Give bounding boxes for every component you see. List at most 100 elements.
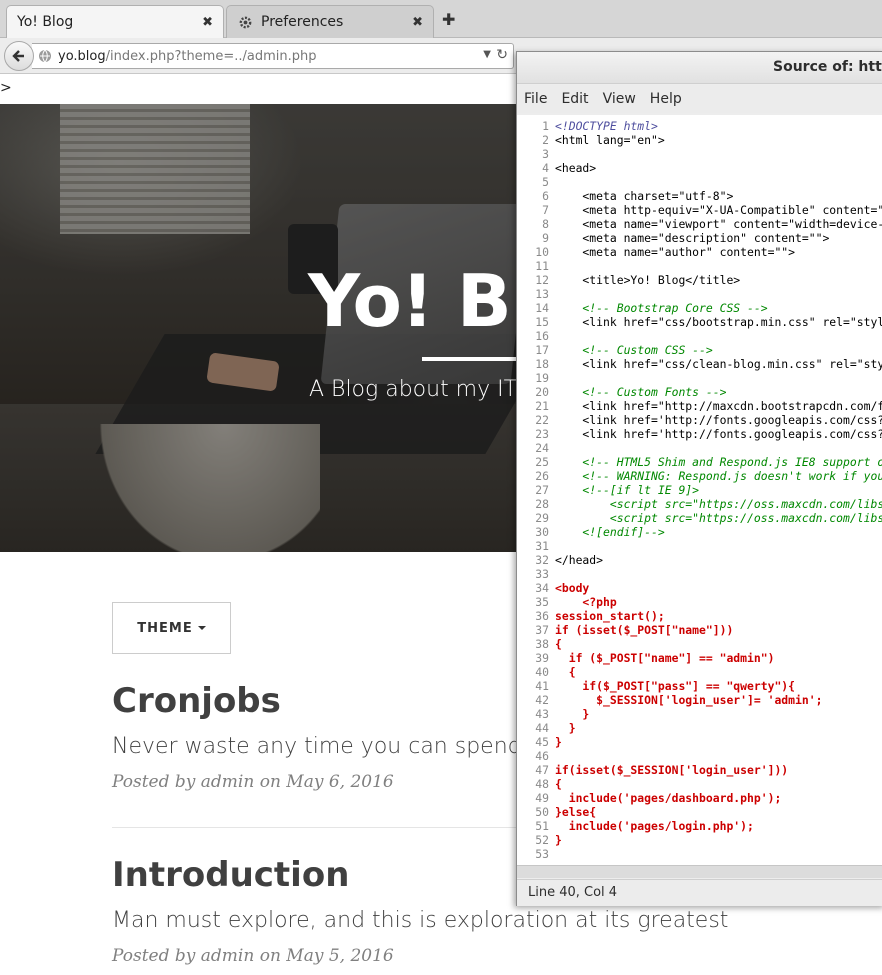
menu-view[interactable]: View (603, 91, 636, 107)
source-line: 51 include('pages/login.php'); (517, 819, 882, 833)
source-line: 44 } (517, 721, 882, 735)
source-line: 5 (517, 175, 882, 189)
page-prefix-text: > (0, 75, 520, 104)
theme-dropdown-button[interactable]: THEME (112, 602, 231, 654)
tab-preferences[interactable]: Preferences ✖ (226, 5, 434, 38)
line-number: 38 (535, 637, 549, 651)
source-line: 29 <script src="https://oss.maxcdn.com/l… (517, 511, 882, 525)
line-text: } (555, 735, 562, 749)
view-source-window: Source of: http://yo.blog/index.php?them… (516, 51, 882, 906)
line-number: 42 (535, 693, 549, 707)
post-title-link[interactable]: Cronjobs (112, 681, 281, 721)
line-number: 22 (535, 413, 549, 427)
line-number: 16 (535, 329, 549, 343)
post-divider (112, 827, 520, 828)
line-text: } (555, 833, 562, 847)
line-number: 3 (542, 147, 549, 161)
source-line: 14 <!-- Bootstrap Core CSS --> (517, 301, 882, 315)
line-number: 46 (535, 749, 549, 763)
line-number: 1 (542, 119, 549, 133)
theme-button-label: THEME (137, 620, 193, 636)
source-line: 13 (517, 287, 882, 301)
source-line: 46 (517, 749, 882, 763)
source-line: 23 <link href='http://fonts.googleapis.c… (517, 427, 882, 441)
line-number: 43 (535, 707, 549, 721)
post-meta: Posted by admin on May 5, 2016 (112, 946, 394, 966)
line-text: include('pages/login.php'); (555, 819, 754, 833)
post-title-link[interactable]: Introduction (112, 855, 349, 895)
line-number: 29 (535, 511, 549, 525)
url-dropdown-icon[interactable]: ▼ (483, 49, 491, 60)
url-bar[interactable]: yo.blog/index.php?theme=../admin.php ▼ ↻ (32, 43, 514, 69)
source-line: 17 <!-- Custom CSS --> (517, 343, 882, 357)
line-number: 36 (535, 609, 549, 623)
line-number: 28 (535, 497, 549, 511)
source-line: 25 <!-- HTML5 Shim and Respond.js IE8 su… (517, 455, 882, 469)
line-text: } (555, 707, 590, 721)
line-number: 9 (542, 231, 549, 245)
line-text: { (555, 665, 576, 679)
line-number: 18 (535, 357, 549, 371)
source-line: 41 if($_POST["pass"] == "qwerty"){ (517, 679, 882, 693)
line-text: if (isset($_POST["name"])) (555, 623, 734, 637)
close-tab-icon[interactable]: ✖ (202, 15, 213, 30)
source-window-titlebar[interactable]: Source of: http://yo.blog/index.php?them… (517, 52, 882, 84)
tab-strip: Yo! Blog ✖ Preferences ✖ ✚ (0, 0, 882, 38)
line-number: 50 (535, 805, 549, 819)
source-line: 16 (517, 329, 882, 343)
source-line: 9 <meta name="description" content=""> (517, 231, 882, 245)
source-line: 7 <meta http-equiv="X-UA-Compatible" con… (517, 203, 882, 217)
source-line: 39 if ($_POST["name"] == "admin") (517, 651, 882, 665)
source-line: 22 <link href='http://fonts.googleapis.c… (517, 413, 882, 427)
line-text: { (555, 637, 562, 651)
line-number: 10 (535, 245, 549, 259)
menu-edit[interactable]: Edit (561, 91, 588, 107)
gear-icon (237, 14, 253, 30)
horizontal-scrollbar[interactable] (517, 865, 882, 878)
menu-help[interactable]: Help (650, 91, 682, 107)
source-code-view[interactable]: 1 <!DOCTYPE html> 2 <html lang="en"> 3 4 <head… (517, 115, 882, 865)
source-menubar: File Edit View Help (517, 85, 882, 113)
line-text: <!-- Custom Fonts --> (555, 385, 727, 399)
line-text: <html lang="en"> (555, 133, 665, 147)
source-line: 45} (517, 735, 882, 749)
hero-divider (422, 357, 520, 361)
source-line: 49 include('pages/dashboard.php'); (517, 791, 882, 805)
line-text: if(isset($_SESSION['login_user'])) (555, 763, 789, 777)
post-subtitle: Man must explore, and this is exploratio… (112, 908, 729, 933)
line-number: 8 (542, 217, 549, 231)
line-text: include('pages/dashboard.php'); (555, 791, 782, 805)
new-tab-icon[interactable]: ✚ (442, 10, 455, 29)
line-text: <meta charset="utf-8"> (555, 189, 734, 203)
line-number: 40 (535, 665, 549, 679)
hero-header: Yo! Blog A Blog about my IT stuff (0, 104, 520, 552)
site-subtitle: A Blog about my IT stuff (309, 377, 520, 402)
source-line: 2 <html lang="en"> (517, 133, 882, 147)
line-text: <!--[if lt IE 9]> (555, 483, 700, 497)
close-tab-icon[interactable]: ✖ (412, 15, 423, 30)
line-text: { (555, 777, 562, 791)
line-text: <meta name="viewport" content="width=dev… (582, 217, 882, 231)
menu-file[interactable]: File (524, 91, 547, 107)
line-text: <head> (555, 161, 597, 175)
reload-icon[interactable]: ↻ (496, 47, 508, 63)
line-number: 4 (542, 161, 549, 175)
tab-label: Yo! Blog (17, 14, 74, 30)
line-text: <?php (555, 595, 617, 609)
line-number: 30 (535, 525, 549, 539)
line-number: 35 (535, 595, 549, 609)
tab-yo-blog[interactable]: Yo! Blog ✖ (6, 5, 224, 38)
line-text: <link href='http://fonts.googleapis.com/… (582, 413, 882, 427)
source-line: 32 </head> (517, 553, 882, 567)
back-button[interactable] (4, 41, 34, 71)
source-line: 31 (517, 539, 882, 553)
line-number: 48 (535, 777, 549, 791)
source-line: 53 (517, 847, 882, 861)
line-number: 21 (535, 399, 549, 413)
line-text: $_SESSION['login_user']= 'admin'; (555, 693, 823, 707)
line-number: 26 (535, 469, 549, 483)
source-line: 52} (517, 833, 882, 847)
line-text: <link href="http://maxcdn.bootstrapcdn.c… (582, 399, 882, 413)
line-text: <meta http-equiv="X-UA-Compatible" conte… (582, 203, 882, 217)
source-line: 26 <!-- WARNING: Respond.js doesn't work… (517, 469, 882, 483)
